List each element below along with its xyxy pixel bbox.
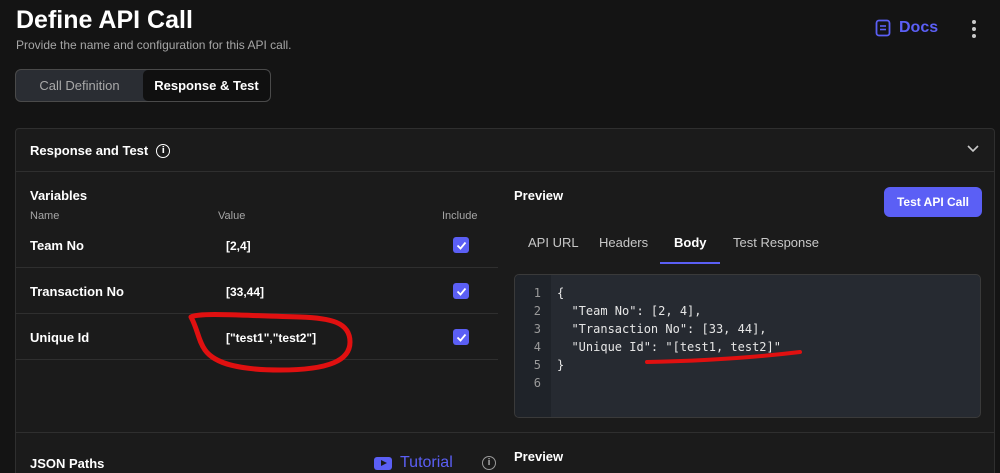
tab-body[interactable]: Body [674, 235, 707, 250]
active-tab-indicator [660, 262, 720, 264]
preview-title: Preview [514, 188, 564, 203]
tab-call-definition[interactable]: Call Definition [16, 70, 143, 101]
line-number: 4 [533, 340, 541, 354]
test-api-call-button[interactable]: Test API Call [884, 187, 982, 217]
variable-value[interactable]: [2,4] [226, 239, 251, 253]
tutorial-label: Tutorial [400, 454, 453, 471]
line-number: 3 [533, 322, 541, 336]
panel-header[interactable]: Response and Test i [16, 129, 994, 172]
panel-title: Response and Test i [30, 143, 171, 158]
check-icon [456, 287, 466, 296]
line-number: 6 [533, 376, 541, 390]
line-number: 2 [533, 304, 541, 318]
json-paths-title: JSON Paths [30, 456, 105, 471]
code-line: "Transaction No": [33, 44], [557, 322, 767, 336]
info-icon[interactable]: i [156, 143, 171, 158]
page-title: Define API Call [16, 6, 193, 34]
check-icon [456, 333, 466, 342]
code-line: "Unique Id": "[test1, test2]" [557, 340, 781, 354]
tab-test-response[interactable]: Test Response [733, 235, 819, 250]
more-vert-icon[interactable] [964, 19, 984, 39]
tutorial-link[interactable]: Tutorial [374, 454, 453, 472]
section-divider [16, 432, 994, 433]
variable-name: Team No [30, 238, 84, 253]
check-icon [456, 241, 466, 250]
column-header-value: Value [218, 210, 246, 222]
chevron-down-icon[interactable] [966, 141, 980, 155]
body-code-editor[interactable]: 1 { 2 "Team No": [2, 4], 3 "Transaction … [514, 274, 981, 418]
panel-title-text: Response and Test [30, 143, 149, 158]
row-divider [16, 359, 498, 360]
code-line: "Team No": [2, 4], [557, 304, 702, 318]
include-checkbox[interactable] [453, 283, 469, 299]
variable-value[interactable]: ["test1","test2"] [226, 331, 316, 345]
line-number: 5 [533, 358, 541, 372]
docs-icon [875, 19, 891, 37]
code-line: } [557, 358, 565, 372]
variable-name: Transaction No [30, 284, 124, 299]
row-divider [16, 267, 498, 268]
page-subtitle: Provide the name and configuration for t… [16, 38, 292, 52]
docs-label: Docs [899, 19, 939, 36]
variable-name: Unique Id [30, 330, 90, 345]
info-icon[interactable]: i [482, 456, 496, 470]
column-header-name: Name [30, 210, 60, 222]
docs-button[interactable]: Docs [875, 19, 938, 37]
response-test-panel: Response and Test i Variables Name Value… [15, 128, 995, 473]
youtube-icon [374, 456, 392, 470]
row-divider [16, 313, 498, 314]
tab-api-url[interactable]: API URL [528, 235, 579, 250]
tab-headers[interactable]: Headers [599, 235, 648, 250]
include-checkbox[interactable] [453, 329, 469, 345]
code-line: { [557, 286, 565, 300]
variables-title: Variables [30, 188, 88, 203]
json-paths-preview-title: Preview [514, 449, 564, 464]
tab-response-test[interactable]: Response & Test [143, 70, 270, 101]
line-number: 1 [533, 286, 541, 300]
top-tabs: Call Definition Response & Test [15, 69, 271, 102]
variable-value[interactable]: [33,44] [226, 285, 264, 299]
column-header-include: Include [442, 210, 478, 222]
include-checkbox[interactable] [453, 237, 469, 253]
